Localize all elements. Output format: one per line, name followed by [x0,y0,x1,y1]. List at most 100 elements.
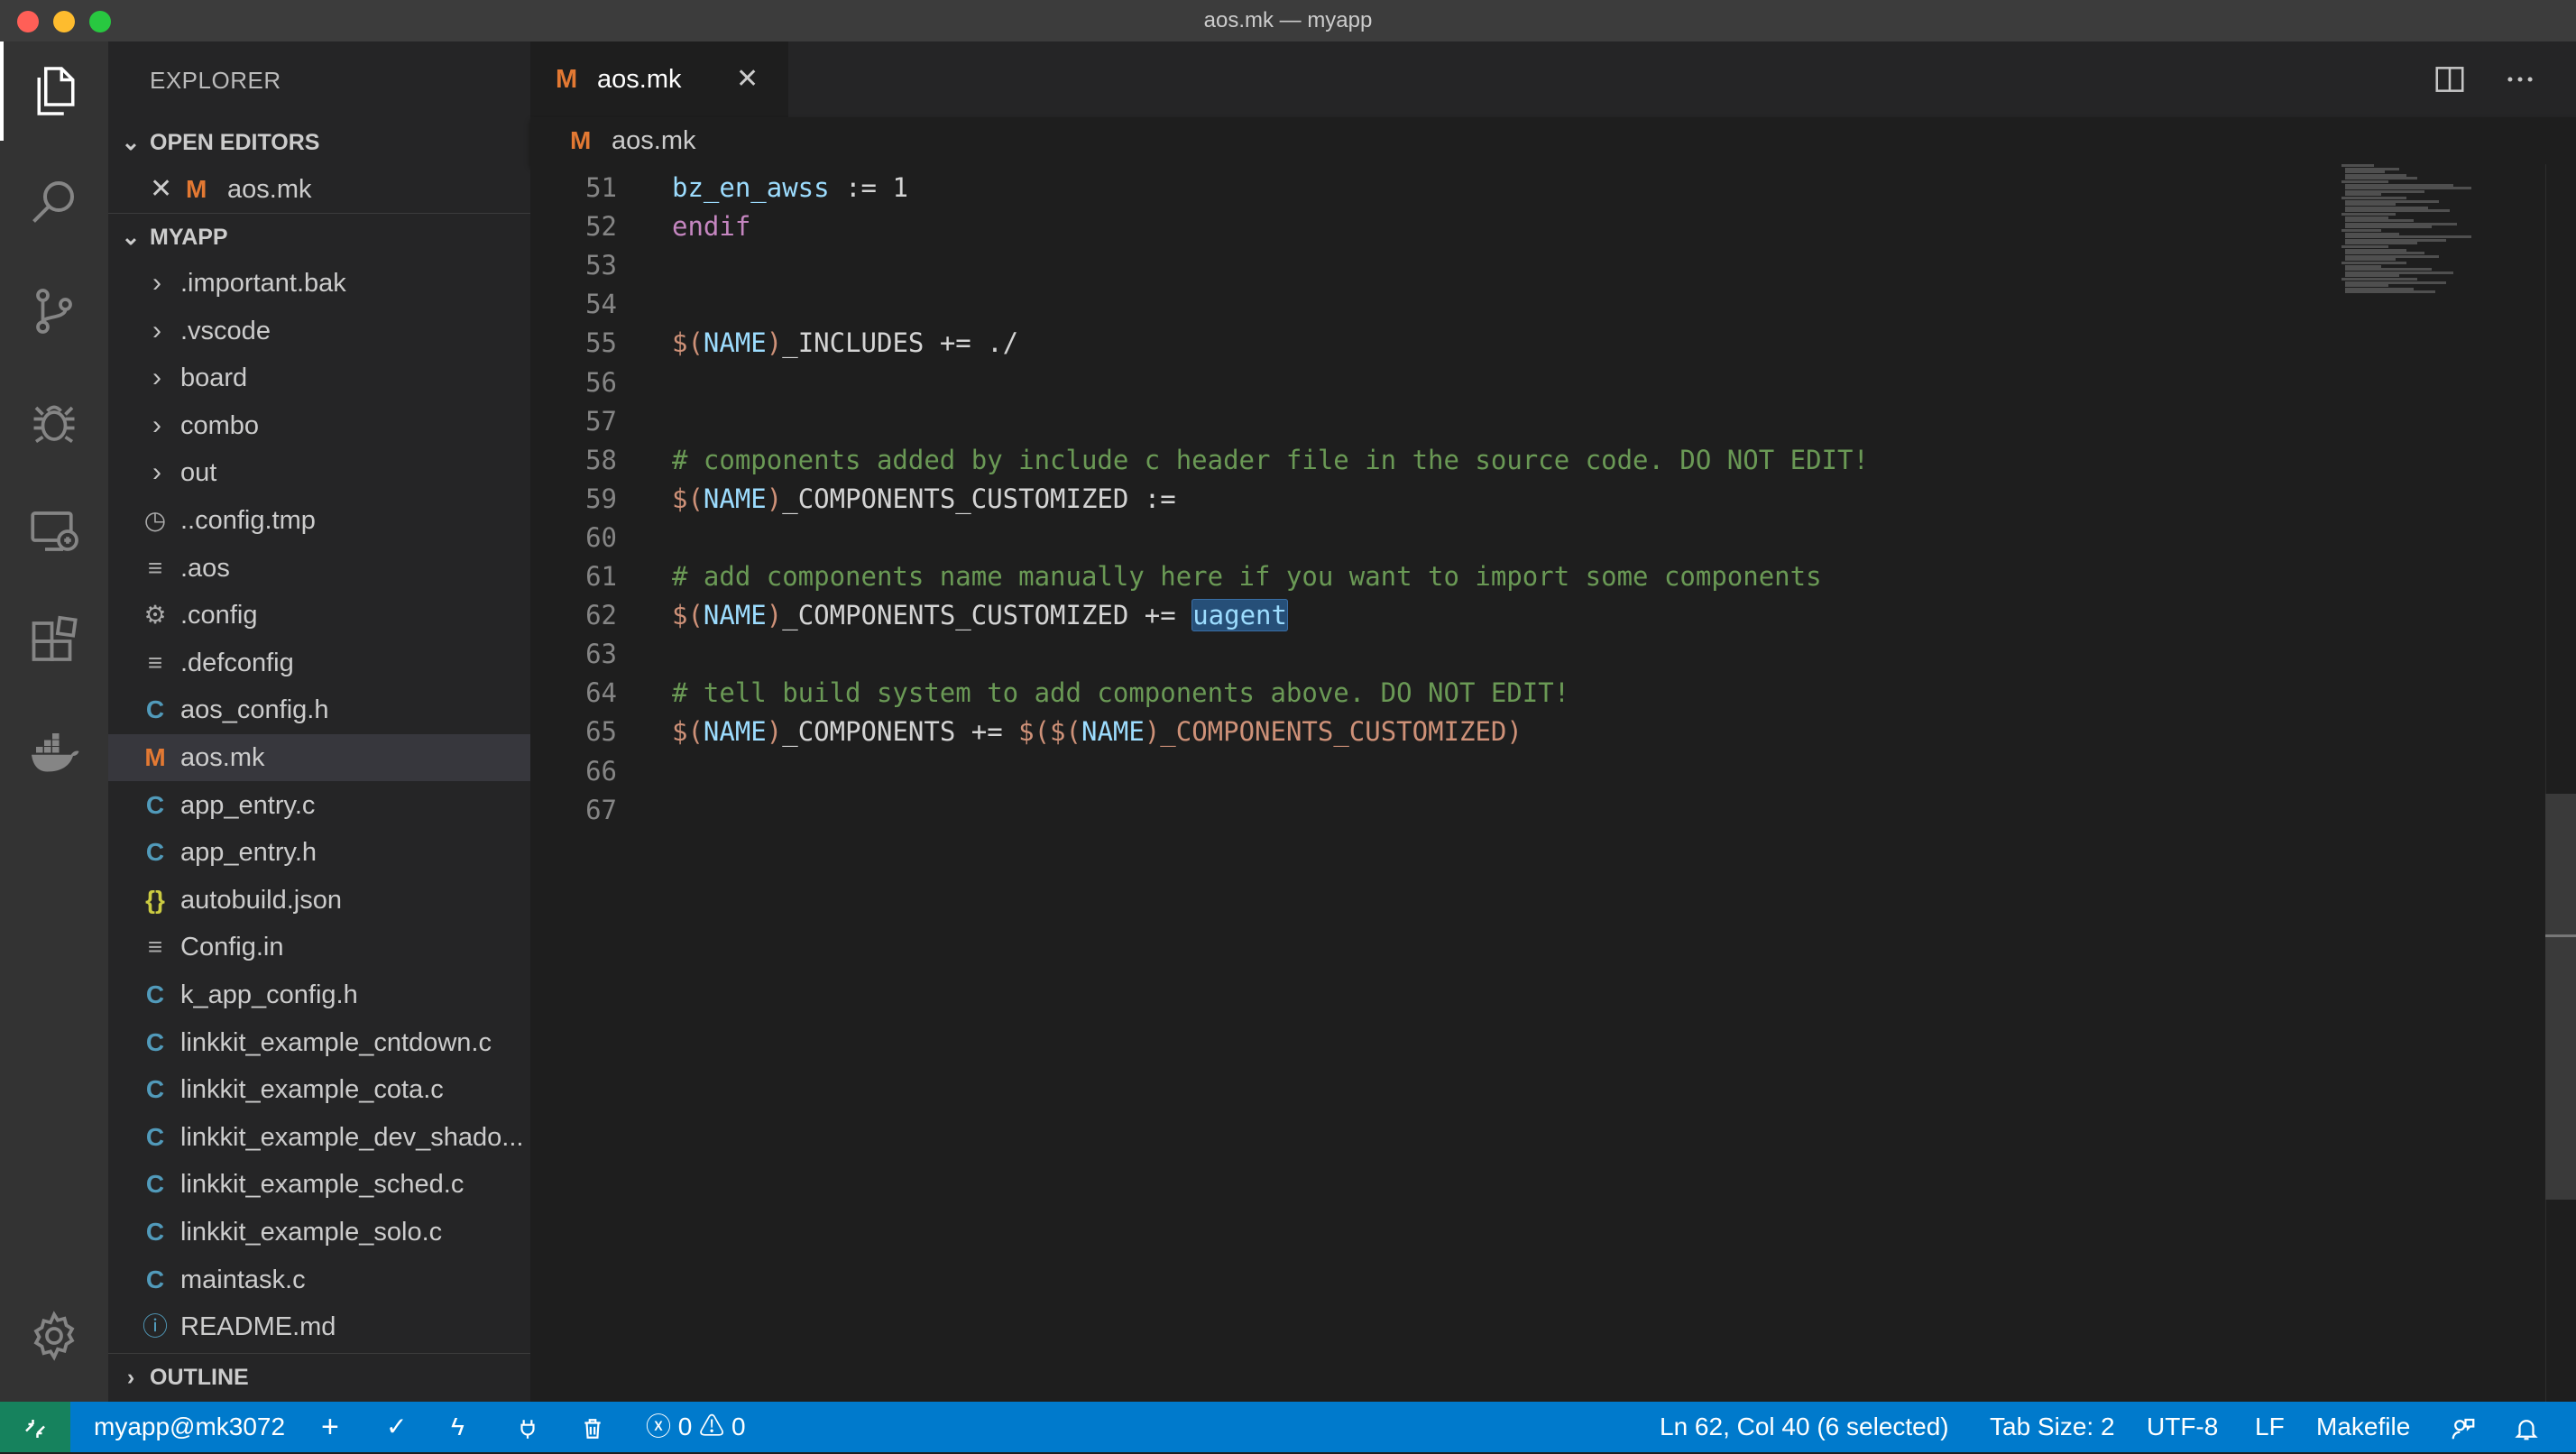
workspace-label[interactable]: myapp@mk3072 [94,1402,285,1452]
extensions-activity[interactable] [0,592,108,691]
code-line: 53 [530,246,2334,285]
search-activity[interactable] [0,152,108,251]
clock-icon: ◷ [143,506,167,534]
tree-item-label: k_app_config.h [180,980,358,1009]
folder-item[interactable]: › .vscode [108,308,530,354]
code-line: 59 $(NAME)_COMPONENTS_CUSTOMIZED := [530,480,2334,519]
file-item[interactable]: Capp_entry.c [108,782,530,829]
file-item[interactable]: Caos_config.h [108,686,530,733]
breadcrumb-item[interactable]: aos.mk [612,117,695,164]
file-item[interactable]: Cmaintask.c [108,1256,530,1303]
file-item[interactable]: ≡ .defconfig [108,640,530,686]
file-item[interactable]: ⓘ README.md [108,1303,530,1350]
file-item[interactable]: ≡ .aos [108,545,530,592]
notifications-button[interactable] [2513,1402,2540,1452]
c-file-icon: C [145,1122,165,1151]
folder-item[interactable]: › board [108,354,530,401]
file-item[interactable]: ◷ ..config.tmp [108,497,530,544]
end-of-line[interactable]: LF [2255,1402,2285,1452]
line-number: 54 [585,289,617,320]
outline-header[interactable]: › OUTLINE [108,1353,530,1401]
close-icon[interactable]: ✕ [736,41,759,117]
close-icon[interactable]: ✕ [150,166,172,213]
remote-explorer-icon [31,511,78,551]
open-editors-header[interactable]: ⌄ OPEN EDITORS [108,119,530,166]
folder-item[interactable]: › out [108,449,530,496]
file-item[interactable]: Capp_entry.h [108,829,530,876]
file-item[interactable]: {} autobuild.json [108,877,530,924]
more-actions-button[interactable] [2502,61,2538,97]
line-content: $(NAME)_COMPONENTS_CUSTOMIZED := [672,480,1176,519]
remote-explorer-activity[interactable] [0,482,108,581]
vertical-scrollbar[interactable] [2545,164,2576,1402]
line-content: # tell build system to add components ab… [672,674,1569,713]
line-content: endif [672,207,750,246]
minimap[interactable] [2341,164,2545,525]
scrollbar-thumb[interactable] [2545,794,2576,1200]
code-line: 55 $(NAME)_INCLUDES += ./ [530,324,2334,363]
code-token: $( [672,716,704,748]
add-button[interactable]: + [321,1402,339,1452]
encoding[interactable]: UTF-8 [2147,1402,2218,1452]
breadcrumb: M aos.mk [530,117,2576,164]
remote-indicator[interactable] [0,1402,70,1452]
docker-activity[interactable] [0,702,108,801]
file-item[interactable]: Clinkkit_example_sched.c [108,1161,530,1208]
settings-activity[interactable] [0,1286,108,1385]
minimap-line [2345,189,2424,193]
code-token: NAME [703,483,767,514]
minimap-line [2341,164,2374,167]
debug-icon [33,405,75,444]
open-editor-item[interactable]: ✕ M aos.mk [108,166,530,213]
tab-aos-mk[interactable]: M aos.mk ✕ [530,41,788,117]
code-editor[interactable]: 51 bz_en_awss := 1 52 endif 53 54 55 $(NAME)_IN… [530,164,2576,1402]
minimap-line [2345,238,2446,242]
file-item[interactable]: Ck_app_config.h [108,971,530,1018]
line-number: 56 [585,366,617,398]
c-file-icon: C [145,1265,165,1293]
tree-item-label: .vscode [180,316,271,345]
upload-button[interactable]: ϟ [451,1402,465,1452]
file-item[interactable]: ⚙ .config [108,592,530,639]
cursor-position[interactable]: Ln 62, Col 40 (6 selected) [1660,1402,1949,1452]
file-item[interactable]: Clinkkit_example_cntdown.c [108,1019,530,1066]
tree-item-label: out [180,458,217,488]
minimap-line [2345,209,2450,213]
file-item[interactable]: Maos.mk [108,734,530,781]
minimap-line [2345,232,2399,235]
error-icon: ⓧ [646,1413,672,1440]
problems-indicator[interactable]: ⓧ 0 ⚠ 0 [646,1402,746,1452]
code-token: NAME [703,600,767,631]
chevron-down-icon: ⌄ [121,225,141,250]
folder-item[interactable]: › combo [108,402,530,449]
clean-button[interactable] [581,1402,604,1452]
tab-size[interactable]: Tab Size: 2 [1990,1402,2115,1452]
code-line: 51 bz_en_awss := 1 [530,169,2334,207]
debug-activity[interactable] [0,372,108,471]
c-file-icon: C [145,1027,165,1056]
files-icon [37,67,75,115]
check-icon: ✓ [386,1413,408,1440]
folder-item[interactable]: › .important.bak [108,260,530,307]
code-token: NAME [1081,716,1145,748]
build-button[interactable]: ✓ [386,1402,407,1452]
code-token: bz_en_awss [672,172,830,203]
source-control-activity[interactable] [0,262,108,361]
file-item[interactable]: Clinkkit_example_cota.c [108,1066,530,1113]
explorer-activity[interactable] [0,41,108,141]
project-header[interactable]: ⌄ MYAPP [108,213,530,261]
file-item[interactable]: ≡ Config.in [108,924,530,971]
title-bar: aos.mk — myapp [0,0,2576,42]
scrollbar-selection-marker [2545,934,2576,937]
line-number: 58 [585,444,617,475]
file-item[interactable]: Clinkkit_example_solo.c [108,1209,530,1256]
makefile-icon: M [556,65,578,94]
split-editor-button[interactable] [2432,61,2468,97]
minimap-line [2345,271,2453,274]
feedback-button[interactable] [2450,1402,2477,1452]
connect-button[interactable] [516,1402,539,1452]
split-editor-icon [2435,67,2464,92]
file-item[interactable]: Clinkkit_example_dev_shado... [108,1114,530,1161]
language-mode[interactable]: Makefile [2316,1402,2410,1452]
tree-item-label: .important.bak [180,269,346,298]
